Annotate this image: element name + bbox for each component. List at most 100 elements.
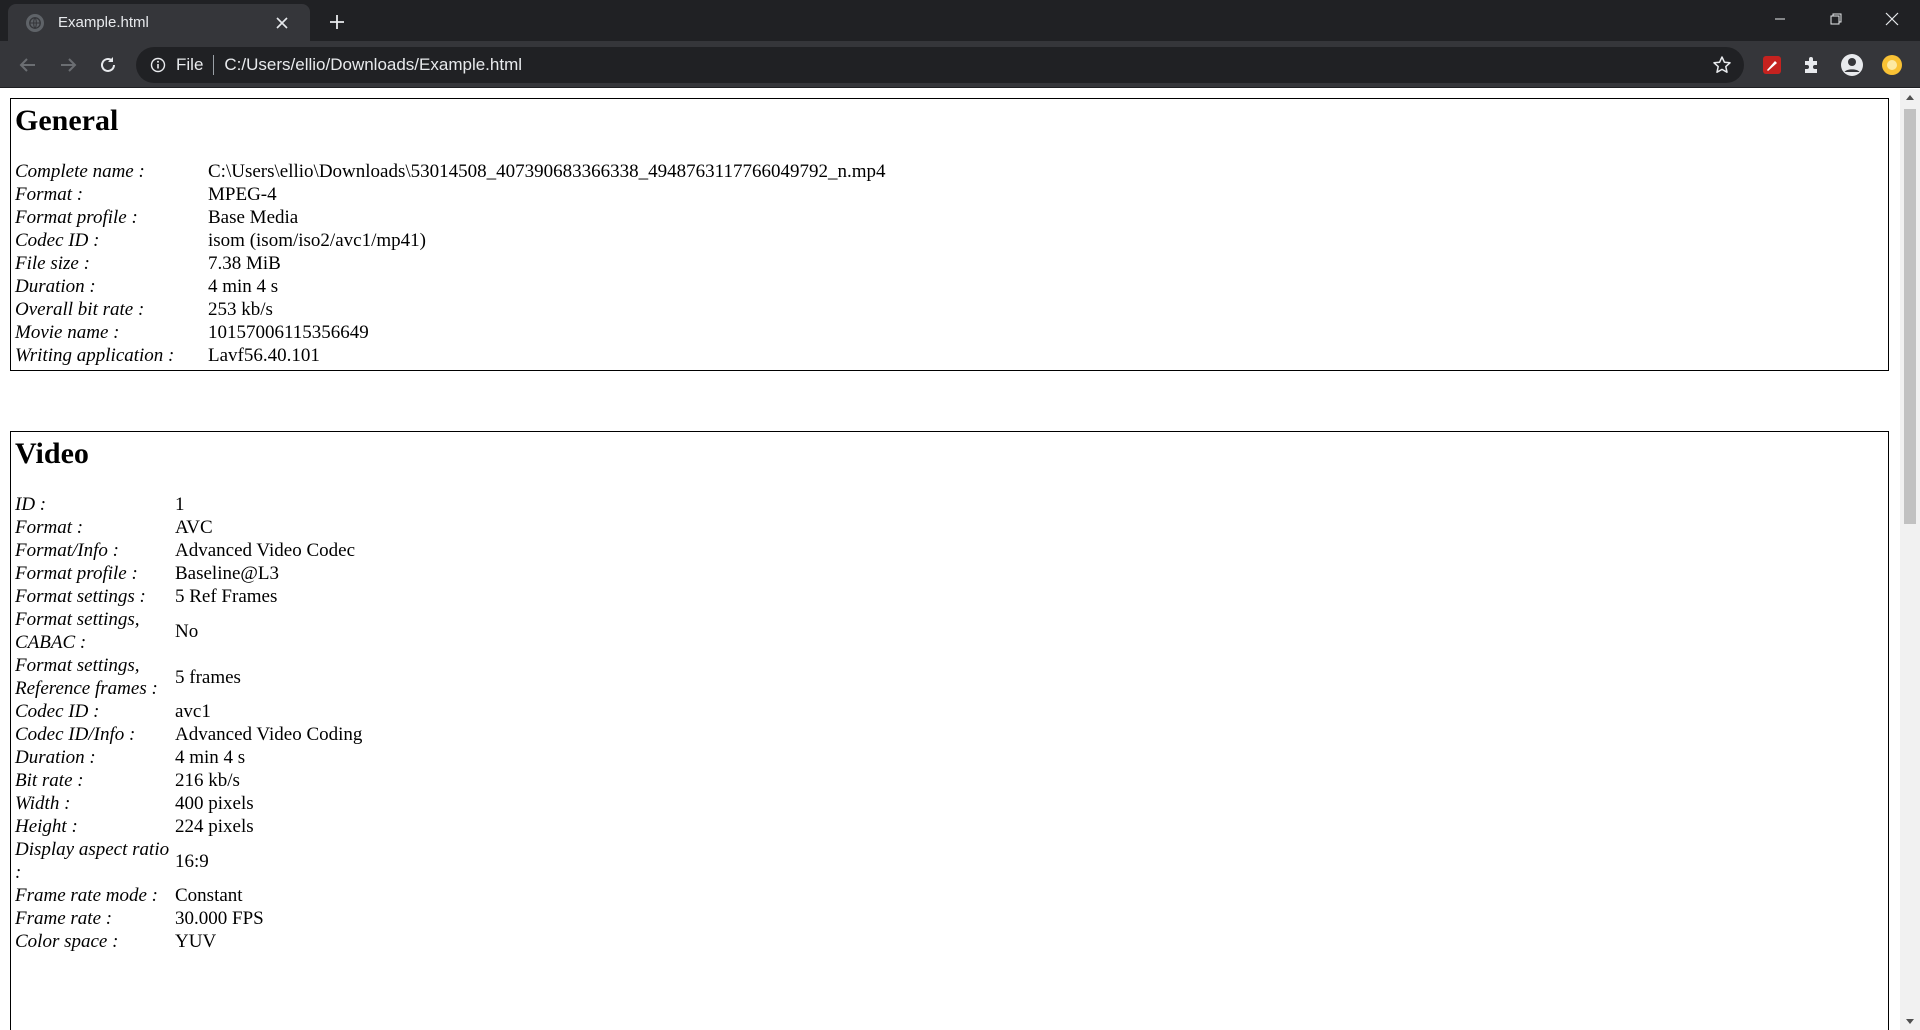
table-row: Format settings, CABAC : No	[14, 608, 363, 654]
table-row: File size : 7.38 MiB	[14, 252, 886, 275]
row-value: Lavf56.40.101	[208, 345, 320, 366]
globe-icon	[26, 13, 44, 32]
video-table: ID : 1 Format : AVC Format/Info : Advanced …	[14, 493, 363, 953]
divider	[213, 55, 215, 75]
row-label: Duration :	[15, 276, 96, 297]
table-row: Complete name : C:\Users\ellio\Downloads\…	[14, 160, 886, 183]
table-row: Duration : 4 min 4 s	[14, 275, 886, 298]
table-row: Format/Info : Advanced Video Codec	[14, 539, 363, 562]
row-value: YUV	[175, 931, 217, 952]
tab-active[interactable]: Example.html	[8, 4, 310, 41]
title-bar: Example.html	[0, 0, 1920, 41]
table-row: Format settings : 5 Ref Frames	[14, 585, 363, 608]
row-value: C:\Users\ellio\Downloads\53014508_407390…	[208, 161, 886, 182]
row-label: File size :	[15, 253, 90, 274]
scheme-label: File	[176, 55, 204, 74]
row-label: Format settings :	[15, 586, 146, 607]
table-row: Width : 400 pixels	[14, 792, 363, 815]
row-value: isom (isom/iso2/avc1/mp41)	[208, 230, 426, 251]
row-label: Display aspect ratio :	[15, 839, 170, 883]
plus-icon[interactable]	[323, 8, 351, 36]
row-label: Color space :	[15, 931, 119, 952]
info-icon[interactable]	[148, 55, 168, 75]
row-label: Format settings, Reference frames :	[15, 655, 158, 699]
close-icon[interactable]	[270, 11, 294, 35]
row-label: Format/Info :	[15, 540, 119, 561]
restore-icon[interactable]	[1808, 0, 1864, 38]
table-row: Format : MPEG-4	[14, 183, 886, 206]
close-window-icon[interactable]	[1864, 0, 1920, 38]
minimize-icon[interactable]	[1752, 0, 1808, 38]
general-table: Complete name : C:\Users\ellio\Downloads\…	[14, 160, 886, 367]
table-row: Frame rate : 30.000 FPS	[14, 907, 363, 930]
star-icon[interactable]	[1706, 49, 1738, 81]
row-value: No	[175, 620, 199, 642]
scrollbar-thumb[interactable]	[1904, 109, 1916, 524]
forward-arrow-icon[interactable]	[52, 49, 84, 81]
row-value: 5 frames	[175, 666, 241, 688]
tab-title: Example.html	[58, 14, 149, 31]
row-value: 400 pixels	[175, 793, 254, 814]
account-circle-icon[interactable]	[1836, 49, 1868, 81]
row-value: 16:9	[175, 850, 209, 872]
row-value: AVC	[175, 517, 213, 538]
row-label: Format settings, CABAC :	[15, 609, 140, 653]
table-row: Format profile : Base Media	[14, 206, 886, 229]
table-row: Height : 224 pixels	[14, 815, 363, 838]
yellow-circle-icon[interactable]	[1876, 49, 1908, 81]
row-label: Format :	[15, 184, 84, 205]
table-row: ID : 1	[14, 493, 363, 516]
vertical-scrollbar[interactable]	[1900, 89, 1920, 1030]
reload-icon[interactable]	[92, 49, 124, 81]
row-value: 1	[175, 494, 185, 515]
row-value: avc1	[175, 701, 211, 722]
row-value: MPEG-4	[208, 184, 277, 205]
row-value: 224 pixels	[175, 816, 254, 837]
url-text[interactable]: C:/Users/ellio/Downloads/Example.html	[224, 55, 1706, 75]
table-row: Format : AVC	[14, 516, 363, 539]
row-value: 30.000 FPS	[175, 908, 264, 929]
row-value: Advanced Video Codec	[175, 540, 356, 561]
row-label: Codec ID :	[15, 701, 100, 722]
back-arrow-icon[interactable]	[12, 49, 44, 81]
row-value: Advanced Video Coding	[175, 724, 363, 745]
table-row: Display aspect ratio :16:9	[14, 838, 363, 884]
scroll-up-icon[interactable]	[1900, 89, 1920, 105]
row-value: 4 min 4 s	[208, 276, 279, 297]
row-label: Codec ID :	[15, 230, 100, 251]
table-row: Codec ID/Info : Advanced Video Coding	[14, 723, 363, 746]
row-value: 4 min 4 s	[175, 747, 246, 768]
row-value: 253 kb/s	[208, 299, 273, 320]
pen-icon[interactable]	[1756, 49, 1788, 81]
table-row: Codec ID : isom (isom/iso2/avc1/mp41)	[14, 229, 886, 252]
table-row: Bit rate : 216 kb/s	[14, 769, 363, 792]
table-row: Format profile : Baseline@L3	[14, 562, 363, 585]
row-label: Writing application :	[15, 345, 175, 366]
row-label: Bit rate :	[15, 770, 84, 791]
row-label: Frame rate :	[15, 908, 113, 929]
row-value: 7.38 MiB	[208, 253, 281, 274]
row-label: Complete name :	[15, 161, 145, 182]
row-label: ID :	[15, 494, 47, 515]
row-label: Overall bit rate :	[15, 299, 145, 320]
general-heading: General	[15, 104, 119, 137]
video-heading: Video	[15, 437, 89, 470]
row-value: 216 kb/s	[175, 770, 240, 791]
row-label: Movie name :	[15, 322, 120, 343]
row-value: 10157006115356649	[208, 322, 369, 343]
row-value: 5 Ref Frames	[175, 586, 278, 607]
table-row: Movie name : 10157006115356649	[14, 321, 886, 344]
row-value: Baseline@L3	[175, 563, 280, 584]
browser-toolbar: File C:/Users/ellio/Downloads/Example.ht…	[0, 41, 1920, 88]
table-row: Duration : 4 min 4 s	[14, 746, 363, 769]
scroll-down-icon[interactable]	[1900, 1014, 1920, 1030]
table-row: Color space : YUV	[14, 930, 363, 953]
puzzle-icon[interactable]	[1796, 49, 1828, 81]
table-row: Codec ID : avc1	[14, 700, 363, 723]
address-bar[interactable]: File C:/Users/ellio/Downloads/Example.ht…	[136, 47, 1744, 83]
table-row: Frame rate mode : Constant	[14, 884, 363, 907]
general-section: General Complete name : C:\Users\ellio\Do…	[10, 98, 1889, 371]
row-label: Format :	[15, 517, 84, 538]
table-row: Overall bit rate : 253 kb/s	[14, 298, 886, 321]
video-section: Video ID : 1 Format : AVC Format/Info : Adv…	[10, 431, 1889, 1030]
